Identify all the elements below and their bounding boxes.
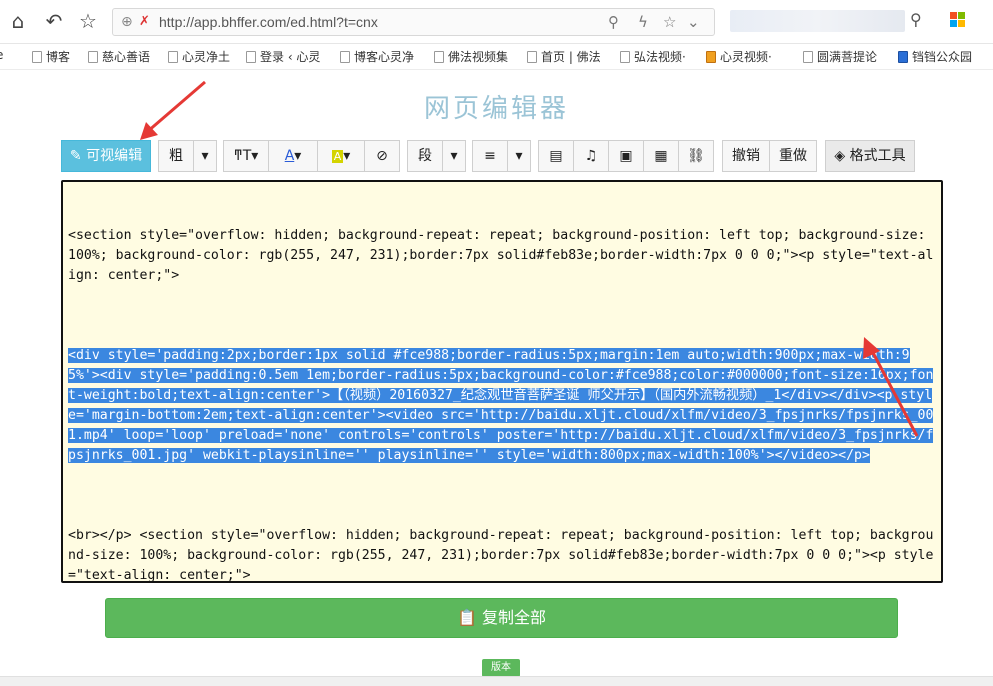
arrow-line-top [146, 80, 206, 134]
arrow-line-right [868, 346, 919, 437]
annotation-arrows [140, 80, 919, 437]
arrow-head-right [863, 337, 880, 359]
